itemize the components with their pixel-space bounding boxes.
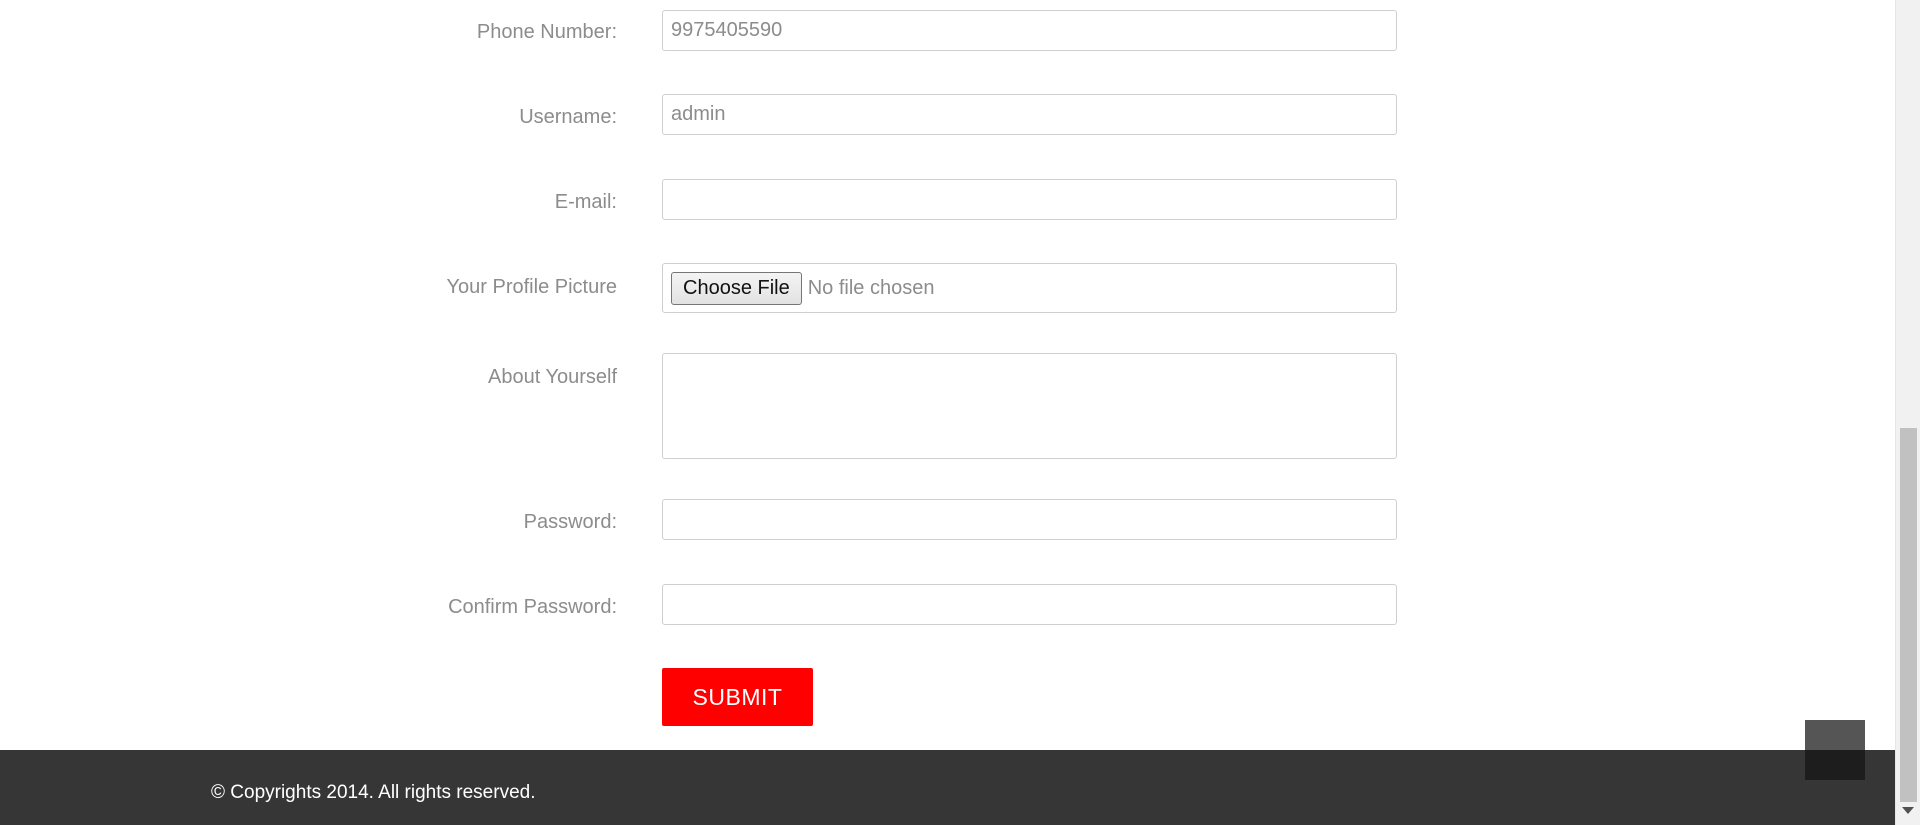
back-to-top-button[interactable] [1805,720,1865,780]
copyright-text: © Copyrights 2014. All rights reserved. [211,782,536,803]
phone-label: Phone Number: [476,21,617,43]
about-textarea[interactable] [662,353,1397,459]
confirm-password-input[interactable] [662,584,1397,625]
about-label: About Yourself [488,366,617,388]
footer: © Copyrights 2014. All rights reserved. [0,750,1895,825]
password-label: Password: [523,511,617,533]
file-status-text: No file chosen [807,276,935,299]
vertical-scrollbar[interactable] [1895,0,1920,825]
username-input[interactable] [662,94,1397,135]
password-input[interactable] [662,499,1397,540]
email-input[interactable] [662,179,1397,220]
phone-input[interactable] [662,10,1397,51]
choose-file-button[interactable]: Choose File [671,271,802,305]
profile-picture-file-input[interactable]: Choose File No file chosen [662,263,1397,313]
scroll-down-arrow-icon[interactable] [1902,807,1914,814]
email-label: E-mail: [554,191,617,213]
confirm-password-label: Confirm Password: [448,596,617,618]
submit-button[interactable]: SUBMIT [662,668,813,726]
scrollbar-thumb[interactable] [1900,428,1917,802]
registration-page: Phone Number: Username: E-mail: Your Pro… [0,0,1920,825]
profile-picture-label: Your Profile Picture [446,276,617,298]
username-label: Username: [519,106,617,128]
